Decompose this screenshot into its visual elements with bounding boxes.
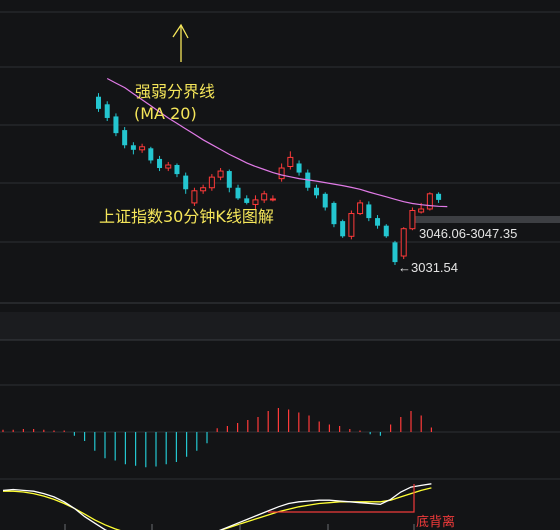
candle-body-down: [436, 193, 442, 200]
ma-label-line1: 强弱分界线: [135, 82, 215, 101]
candle-body-down: [331, 202, 337, 225]
candle-body-down: [174, 164, 180, 175]
candle-body-down: [322, 193, 328, 208]
candle-body-down: [366, 204, 372, 219]
candle-body-down: [148, 148, 154, 161]
candle-body-down: [244, 198, 250, 203]
candle-body-up: [261, 193, 268, 201]
candle-body-down: [392, 242, 398, 263]
candle-body-down: [113, 116, 119, 134]
candle-body-down: [340, 221, 346, 237]
candle-body-up: [426, 193, 433, 210]
candle-body-up: [191, 190, 198, 204]
candle-body-up: [278, 167, 285, 180]
candle-body-down: [226, 171, 232, 188]
candle-body-up: [269, 198, 276, 201]
candle-body-down: [130, 145, 136, 150]
candle-body-down: [157, 158, 163, 169]
candle-body-up: [200, 187, 207, 192]
candle-body-up: [139, 146, 146, 151]
candle-body-up: [208, 176, 215, 189]
candle-body-down: [375, 218, 381, 226]
candle-body-down: [104, 104, 110, 118]
candle-body-up: [252, 199, 259, 205]
candle-body-up: [165, 164, 172, 169]
chart-title: 上证指数30分钟K线图解: [99, 207, 274, 226]
candle-body-up: [409, 210, 416, 230]
kline-chart: 强弱分界线 (MA 20) 上证指数30分钟K线图解 3046.06-3047.…: [0, 0, 560, 530]
low-price-label: ←3031.54: [398, 260, 458, 275]
ma-label-line2: (MA 20): [134, 104, 197, 123]
price-range-band: [412, 216, 560, 223]
candle-body-down: [183, 175, 189, 190]
candle-body-down: [235, 187, 241, 199]
candle-body-up: [348, 213, 355, 237]
candle-body-down: [96, 96, 101, 109]
candle-body-down: [296, 163, 302, 173]
candle-body-down: [383, 225, 389, 237]
chart-background: [0, 0, 560, 530]
price-range-label: 3046.06-3047.35: [419, 226, 517, 241]
candle-body-up: [357, 202, 364, 215]
candle-body-up: [418, 208, 425, 213]
candle-body-up: [217, 170, 224, 178]
candle-body-down: [122, 130, 128, 146]
candle-body-up: [400, 228, 407, 257]
indicator-separator-bar: [0, 312, 560, 340]
bottom-divergence-label: 底背离: [416, 514, 455, 530]
candle-body-down: [314, 187, 319, 196]
candle-body-up: [287, 156, 294, 168]
